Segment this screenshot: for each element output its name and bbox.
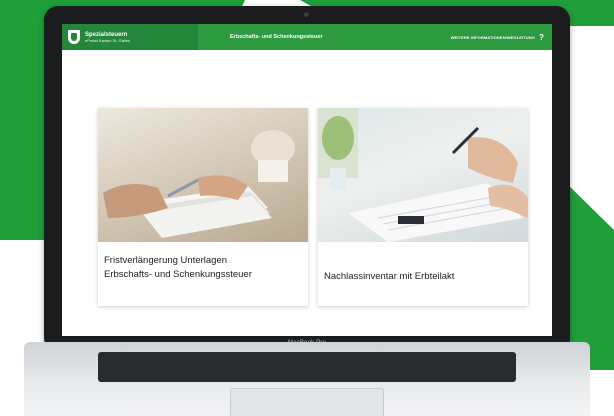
laptop-screen: Spezialsteuern ePortal Kanton St. Gallen… xyxy=(62,24,552,336)
brand-name: Spezialsteuern xyxy=(85,31,128,38)
card-image-documents xyxy=(98,108,308,242)
card-title: Nachlassinventar mit Erbteilakt xyxy=(324,271,455,282)
laptop-base xyxy=(24,342,590,416)
keyboard xyxy=(98,352,516,382)
writing-photo-icon xyxy=(318,108,528,242)
card-image-writing xyxy=(318,108,528,242)
card-nachlassinventar[interactable]: Nachlassinventar mit Erbteilakt xyxy=(318,108,528,306)
trackpad xyxy=(230,388,384,416)
documents-photo-icon xyxy=(103,130,295,238)
main-content: Fristverlängerung Unterlagen Erbschafts-… xyxy=(62,50,552,336)
info-link-label: WEITERE INFORMATIONEN/WEGLEITUNG xyxy=(450,34,535,40)
page-title: Erbschafts- und Schenkungssteuer xyxy=(230,34,323,40)
card-fristverlaengerung[interactable]: Fristverlängerung Unterlagen Erbschafts-… xyxy=(98,108,308,306)
brand-logo[interactable]: Spezialsteuern ePortal Kanton St. Gallen xyxy=(62,24,198,50)
brand-subtitle: ePortal Kanton St. Gallen xyxy=(85,37,131,43)
app-header: Spezialsteuern ePortal Kanton St. Gallen… xyxy=(62,24,552,50)
laptop-lid: Spezialsteuern ePortal Kanton St. Gallen… xyxy=(44,6,570,352)
help-icon[interactable]: ? xyxy=(539,33,544,42)
card-title: Fristverlängerung Unterlagen Erbschafts-… xyxy=(104,255,252,280)
info-link[interactable]: WEITERE INFORMATIONEN/WEGLEITUNG ? xyxy=(451,33,544,42)
camera-icon xyxy=(304,12,309,17)
shield-icon xyxy=(68,30,80,44)
